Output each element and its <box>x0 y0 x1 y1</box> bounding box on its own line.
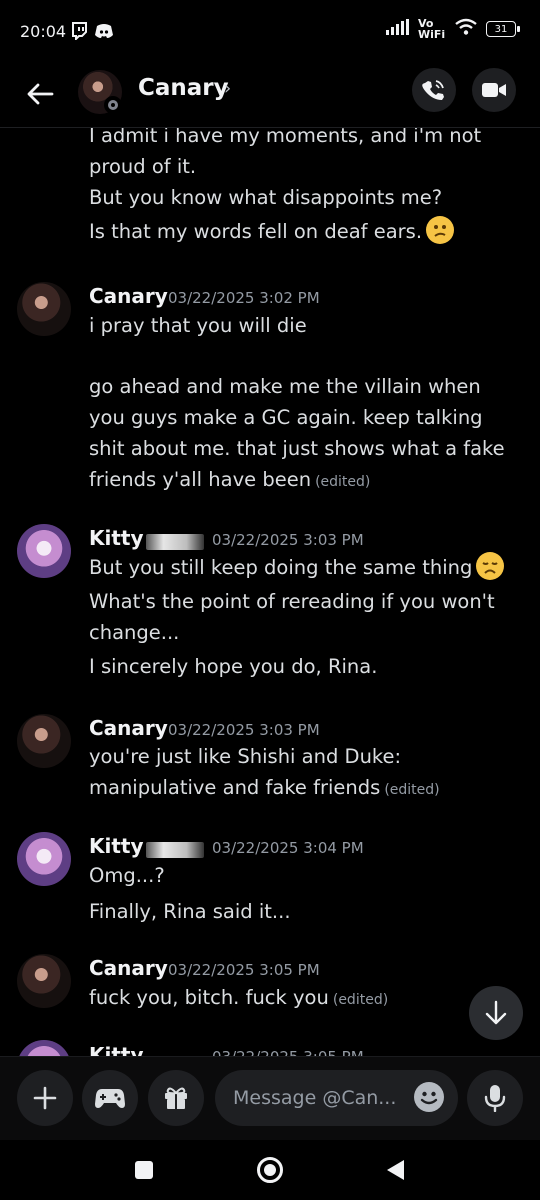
microphone-icon <box>484 1085 506 1112</box>
message-line: I admit i have my moments, and i'm not p… <box>89 128 519 182</box>
voice-call-button[interactable] <box>412 68 456 112</box>
home-button[interactable] <box>252 1152 288 1188</box>
avatar[interactable] <box>17 954 71 1008</box>
avatar[interactable] <box>17 832 71 886</box>
chevron-right-icon[interactable]: › <box>224 78 231 99</box>
recents-button[interactable] <box>126 1152 162 1188</box>
chat-header: Canary › <box>0 64 540 128</box>
message-author[interactable]: Canary <box>89 716 168 740</box>
message-text: fuck you, bitch. fuck you <box>89 986 329 1009</box>
edited-label: (edited) <box>315 474 371 490</box>
message-text: What's the point of rereading if you won… <box>89 590 495 644</box>
edited-label: (edited) <box>332 992 389 1008</box>
home-circle-icon <box>257 1157 283 1183</box>
message-timestamp: 03/22/2025 3:03 PM <box>168 721 320 739</box>
back-button[interactable] <box>22 76 58 112</box>
message-author[interactable]: Kitty <box>89 1043 144 1056</box>
message-author[interactable]: Kitty <box>89 834 144 858</box>
message-timestamp: 03/22/2025 3:03 PM <box>212 531 364 549</box>
message-text: i pray that you will die <box>89 314 307 337</box>
message-text: I sincerely hope you do, Rina. <box>89 655 378 678</box>
message-text: I admit i have my moments, and i'm not p… <box>89 128 482 178</box>
message-line: Finally, Rina said it... <box>89 896 519 927</box>
network-label: Vo WiFi <box>418 17 446 41</box>
emoji-picker-button[interactable] <box>414 1082 444 1112</box>
status-time: 20:04 <box>20 22 67 41</box>
avatar[interactable] <box>17 524 71 578</box>
message-text: go ahead and make me the villain when yo… <box>89 375 505 491</box>
voice-message-button[interactable] <box>467 1070 523 1126</box>
message-author[interactable]: Canary <box>89 956 168 980</box>
message-line: you're just like Shishi and Duke: manipu… <box>89 741 519 806</box>
avatar[interactable] <box>17 714 71 768</box>
offline-status-icon <box>104 96 122 114</box>
redacted-tag <box>146 842 204 858</box>
message-text: But you still keep doing the same thing <box>89 556 473 579</box>
message-timestamp: 03/22/2025 3:05 PM <box>212 1048 364 1056</box>
message-composer <box>0 1056 540 1140</box>
message-timestamp: 03/22/2025 3:05 PM <box>168 961 320 979</box>
header-username[interactable]: Canary <box>138 75 229 101</box>
avatar[interactable] <box>17 1040 71 1056</box>
message-author[interactable]: Kitty <box>89 526 144 550</box>
message-timestamp: 03/22/2025 3:02 PM <box>168 289 320 307</box>
voice-call-icon <box>422 80 444 100</box>
back-arrow-icon <box>27 83 54 105</box>
edited-label: (edited) <box>384 782 440 798</box>
video-call-icon <box>482 83 506 97</box>
system-nav-bar <box>0 1140 540 1200</box>
message-text: Finally, Rina said it... <box>89 900 291 923</box>
message-text: Is that my words fell on deaf ears. <box>89 220 423 243</box>
gift-icon <box>165 1087 187 1109</box>
gift-button[interactable] <box>148 1070 204 1126</box>
message-line: But you know what disappoints me? <box>89 182 519 213</box>
avatar[interactable] <box>17 282 71 336</box>
gamepad-icon <box>95 1089 125 1108</box>
message-line: Is that my words fell on deaf ears. <box>89 216 519 247</box>
message-line: What's the point of rereading if you won… <box>89 586 519 648</box>
message-line: i pray that you will die <box>89 310 519 341</box>
activities-button[interactable] <box>82 1070 138 1126</box>
plus-icon <box>33 1086 57 1110</box>
arrow-down-icon <box>485 1000 507 1025</box>
emoji-icon <box>420 1091 438 1105</box>
video-call-button[interactable] <box>472 68 516 112</box>
message-line: But you still keep doing the same thing <box>89 552 519 583</box>
battery-level: 31 <box>486 21 516 37</box>
jump-to-bottom-button[interactable] <box>469 986 523 1040</box>
message-text: Omg...? <box>89 864 165 887</box>
twitch-icon <box>70 22 90 42</box>
message-author[interactable]: Canary <box>89 284 168 308</box>
back-triangle-icon <box>387 1160 404 1180</box>
disappointed-face-emoji[interactable] <box>476 552 505 580</box>
confused-face-emoji[interactable] <box>426 216 455 244</box>
recents-square-icon <box>135 1161 153 1179</box>
status-icons: Vo WiFi 31 <box>386 18 520 40</box>
message-line: fuck you, bitch. fuck you (edited) <box>89 982 519 1016</box>
signal-icon <box>386 19 410 39</box>
message-line: go ahead and make me the villain when yo… <box>89 371 519 498</box>
wifi-icon <box>454 18 478 40</box>
status-bar: 20:04 Vo WiFi 31 <box>0 0 540 64</box>
message-line: Omg...? <box>89 860 519 891</box>
discord-icon <box>94 22 114 40</box>
redacted-tag <box>146 534 204 550</box>
message-line: I sincerely hope you do, Rina. <box>89 651 519 682</box>
message-text: you're just like Shishi and Duke: manipu… <box>89 745 402 799</box>
message-text: But you know what disappoints me? <box>89 186 443 209</box>
message-list[interactable]: I admit i have my moments, and i'm not p… <box>0 128 540 1056</box>
battery-icon: 31 <box>486 21 520 37</box>
message-timestamp: 03/22/2025 3:04 PM <box>212 839 364 857</box>
attach-button[interactable] <box>17 1070 73 1126</box>
nav-back-button[interactable] <box>378 1152 414 1188</box>
